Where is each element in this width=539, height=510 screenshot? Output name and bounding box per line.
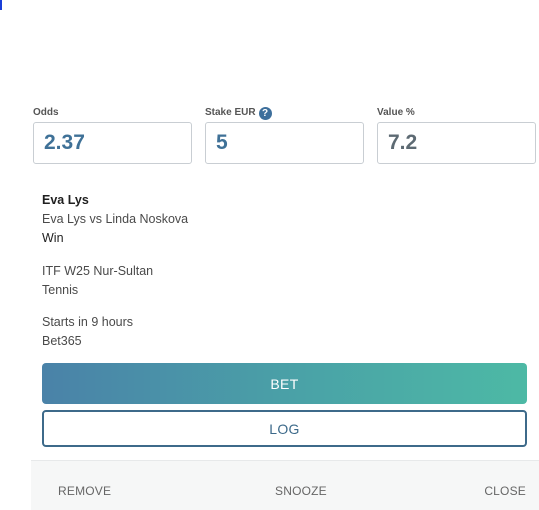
value-field: Value % 7.2	[377, 107, 536, 164]
value-label: Value %	[377, 107, 536, 119]
event-info: ITF W25 Nur-Sultan Tennis	[42, 262, 153, 300]
close-button[interactable]: CLOSE	[484, 484, 526, 498]
tournament-name: ITF W25 Nur-Sultan	[42, 264, 154, 278]
snooze-button[interactable]: SNOOZE	[275, 484, 327, 498]
log-button[interactable]: LOG	[42, 410, 527, 447]
stake-label-text: Stake EUR	[205, 107, 256, 118]
odds-label: Odds	[33, 107, 192, 119]
start-time: Starts in 9 hours	[42, 315, 134, 329]
odds-input[interactable]: 2.37	[33, 122, 192, 164]
bookmaker-name: Bet365	[42, 334, 82, 348]
odds-value: 2.37	[44, 131, 85, 154]
selection-info: Eva Lys Eva Lys vs Linda Noskova Win	[42, 191, 188, 248]
value-input[interactable]: 7.2	[377, 122, 536, 164]
market-name: Win	[42, 231, 64, 245]
stake-field: Stake EUR ? 5	[205, 106, 364, 164]
timing-info: Starts in 9 hours Bet365	[42, 313, 133, 351]
stake-value: 5	[216, 131, 228, 154]
match-name: Eva Lys vs Linda Noskova	[42, 212, 189, 226]
remove-button[interactable]: REMOVE	[58, 484, 111, 498]
player-name: Eva Lys	[42, 193, 89, 207]
corner-marker	[0, 0, 2, 10]
stake-input[interactable]: 5	[205, 122, 364, 164]
question-circle-icon[interactable]: ?	[258, 106, 272, 120]
odds-label-text: Odds	[33, 107, 59, 118]
odds-field: Odds 2.37	[33, 107, 192, 164]
footer-bar: REMOVE SNOOZE CLOSE	[31, 460, 539, 510]
sport-name: Tennis	[42, 283, 79, 297]
value-percent: 7.2	[388, 131, 418, 154]
value-label-text: Value %	[377, 107, 415, 118]
stake-label: Stake EUR ?	[205, 106, 364, 120]
bet-button[interactable]: BET	[42, 363, 527, 404]
